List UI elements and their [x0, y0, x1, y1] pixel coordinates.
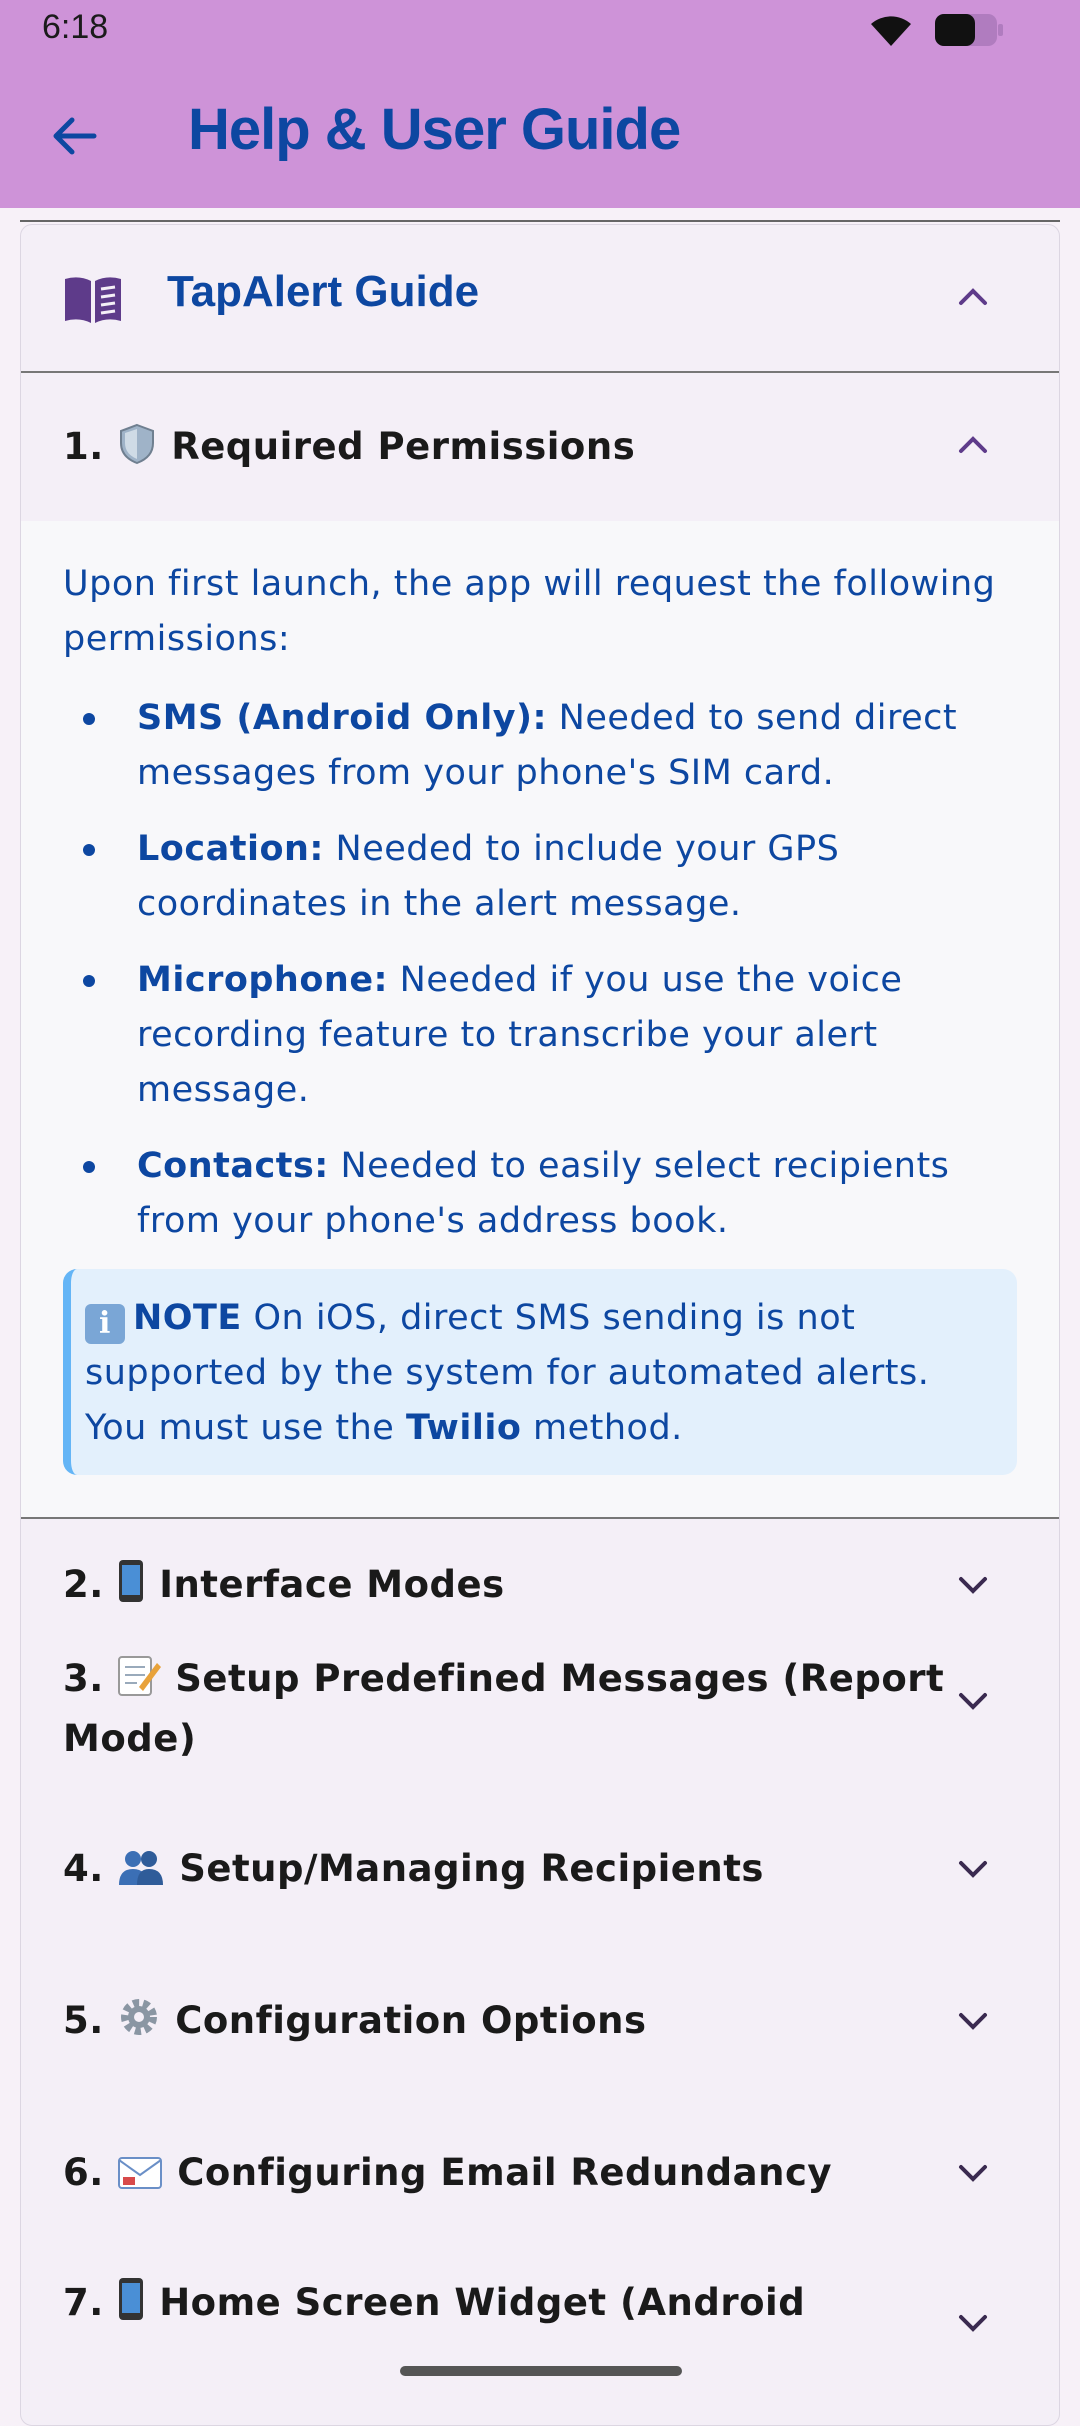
battery-icon — [935, 14, 1003, 46]
note-text-end: method. — [521, 1408, 683, 1448]
chevron-down-icon[interactable] — [955, 1683, 991, 1719]
chevron-down-icon[interactable] — [955, 2003, 991, 2039]
guide-header[interactable]: TapAlert Guide — [21, 225, 1059, 373]
phone-icon — [119, 2278, 144, 2320]
bullet-dot — [83, 1161, 95, 1173]
section-number: 4. — [63, 1847, 104, 1890]
phone-icon — [119, 1560, 144, 1602]
bullet-dot — [83, 975, 95, 987]
back-button[interactable] — [44, 108, 104, 164]
permission-label: Location: — [137, 829, 324, 869]
book-icon — [65, 277, 121, 323]
note-label: NOTE — [133, 1298, 242, 1338]
section-number: 1. — [63, 425, 104, 468]
section-configuration-options[interactable]: 5. Configuration Options — [21, 1991, 1059, 2143]
section-number: 7. — [63, 2281, 104, 2324]
section-predefined-messages[interactable]: 3. Setup Predefined Messages (Report Mod… — [21, 1649, 1059, 1839]
permission-label: Microphone: — [137, 960, 389, 1000]
section-title: 3. Setup Predefined Messages (Report Mod… — [63, 1649, 944, 1769]
section-label: Setup Predefined Messages (Report — [175, 1657, 945, 1700]
list-item: Contacts: Needed to easily select recipi… — [63, 1139, 1023, 1249]
bullet-dot — [83, 713, 95, 725]
chevron-down-icon[interactable] — [955, 1567, 991, 1603]
section-required-permissions[interactable]: 1. Required Permissions — [21, 373, 1059, 521]
arrow-back-icon — [53, 117, 97, 155]
section-title: 5. Configuration Options — [63, 1991, 647, 2051]
permissions-list: SMS (Android Only): Needed to send direc… — [63, 691, 1023, 1270]
section-home-widget[interactable]: 7. Home Screen Widget (Android — [21, 2273, 1059, 2425]
permissions-intro: Upon first launch, the app will request … — [63, 564, 996, 659]
chevron-up-icon[interactable] — [955, 279, 991, 315]
section-label: Configuring Email Redundancy — [177, 2151, 833, 2194]
section-label: Setup/Managing Recipients — [179, 1847, 764, 1890]
permission-label: Contacts: — [137, 1146, 329, 1186]
section-number: 2. — [63, 1563, 104, 1606]
list-item: SMS (Android Only): Needed to send direc… — [63, 691, 1023, 801]
people-icon — [119, 1851, 164, 1885]
section-label: Home Screen Widget (Android — [159, 2281, 806, 2324]
bullet-dot — [83, 844, 95, 856]
chevron-up-icon[interactable] — [955, 427, 991, 463]
section-title: 2. Interface Modes — [63, 1555, 505, 1615]
gear-icon — [121, 1999, 158, 2035]
note-bold: Twilio — [405, 1408, 522, 1448]
chevron-down-icon[interactable] — [955, 1851, 991, 1887]
section-email-redundancy[interactable]: 6. Configuring Email Redundancy — [21, 2143, 1059, 2273]
list-item: Microphone: Needed if you use the voice … — [63, 953, 1023, 1118]
info-icon: i — [85, 1304, 125, 1344]
section-title: 4. Setup/Managing Recipients — [63, 1839, 764, 1899]
chevron-down-icon[interactable] — [955, 2155, 991, 2191]
section-title: 7. Home Screen Widget (Android — [63, 2273, 805, 2333]
section-title: 1. Required Permissions — [63, 417, 635, 477]
list-item: Location: Needed to include your GPS coo… — [63, 822, 1023, 932]
section-number: 3. — [63, 1657, 104, 1700]
app-bar: 6:18 Help & User Guide — [0, 0, 1080, 208]
section-label: Required Permissions — [171, 425, 636, 468]
section-interface-modes[interactable]: 2. Interface Modes — [21, 1519, 1059, 1649]
section-label: Interface Modes — [159, 1563, 505, 1606]
section-recipients[interactable]: 4. Setup/Managing Recipients — [21, 1839, 1059, 1989]
section-title: 6. Configuring Email Redundancy — [63, 2143, 832, 2203]
home-indicator[interactable] — [400, 2366, 682, 2376]
permission-label: SMS (Android Only): — [137, 698, 548, 738]
divider — [20, 220, 1060, 222]
status-time: 6:18 — [42, 8, 109, 46]
memo-icon — [118, 1656, 162, 1696]
guide-card: TapAlert Guide 1. Required Permissions U… — [20, 224, 1060, 2426]
section-number: 5. — [63, 1999, 104, 2042]
section-label: Configuration Options — [175, 1999, 647, 2042]
permissions-content: Upon first launch, the app will request … — [21, 521, 1059, 1519]
shield-icon — [120, 423, 155, 465]
guide-title: TapAlert Guide — [167, 267, 480, 316]
section-label-line2: Mode) — [63, 1717, 197, 1760]
wifi-icon — [871, 16, 911, 46]
page-title: Help & User Guide — [188, 97, 681, 162]
chevron-down-icon[interactable] — [955, 2305, 991, 2341]
status-icons — [868, 12, 1004, 48]
note-box: i NOTE On iOS, direct SMS sending is not … — [63, 1269, 1017, 1475]
section-number: 6. — [63, 2151, 104, 2194]
envelope-icon — [118, 2157, 163, 2189]
